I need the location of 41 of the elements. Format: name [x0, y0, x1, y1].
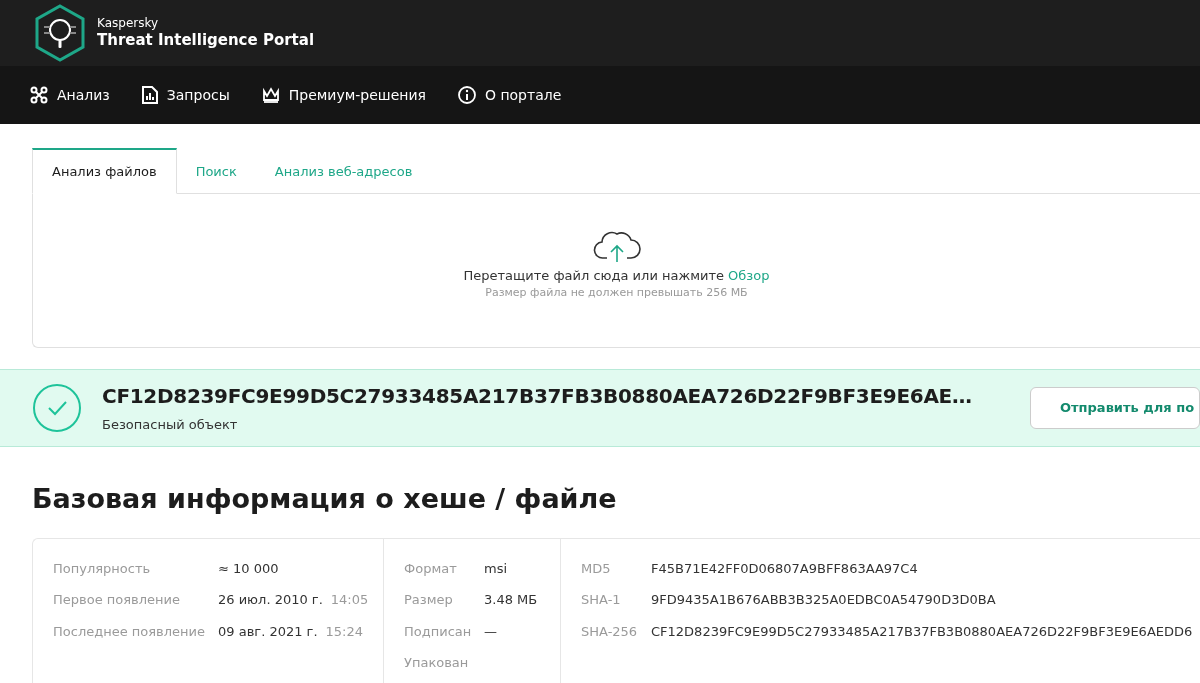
field-label: Формат	[404, 559, 458, 578]
submit-button[interactable]: Отправить для по	[1030, 387, 1200, 429]
report-chart-icon	[141, 86, 158, 104]
upload-area[interactable]: Перетащите файл сюда или нажмите Обзор Размер файла не должен превышать 256 МБ	[32, 193, 1200, 348]
field-value: msi	[484, 559, 508, 578]
field-value: 09 авг. 2021 г.	[218, 622, 318, 641]
nav-link[interactable]: Запросы	[141, 84, 230, 106]
verdict-text: Безопасный объект	[102, 416, 239, 435]
upload-prompt: Перетащите файл сюда или нажмите Обзор	[463, 266, 770, 285]
tab[interactable]: Анализ файлов	[32, 148, 177, 194]
check-circle-icon	[32, 383, 82, 433]
info-icon	[457, 86, 476, 104]
field-value: 26 июл. 2010 г.	[218, 591, 323, 609]
brand-product: Threat Intelligence Portal	[97, 31, 315, 50]
time-value: 14:05	[330, 591, 369, 609]
field-label: Размер	[404, 591, 454, 609]
field-value: CF12D8239FC9E99D5C27933485A217B37FB3B0880AEA726D22F9BF3E9E6AEDD6	[651, 622, 1193, 641]
field-value: 9FD9435A1B676ABB3B325A0EDBC0A54790D3D0BA	[651, 591, 996, 609]
graph-nodes-icon	[30, 86, 48, 104]
field-value: F45B71E42FF0D06807A9BFF863AA97C4	[651, 559, 918, 578]
field-value: —	[484, 622, 497, 641]
field-label: Подписан	[404, 622, 473, 641]
time-value: 15:24	[325, 622, 364, 641]
field-label: Последнее появление	[53, 622, 206, 641]
brand-company: Kaspersky	[97, 16, 160, 32]
nav-link[interactable]: О портале	[457, 84, 562, 106]
section-title: Базовая информация о хеше / файле	[32, 482, 618, 516]
field-label: Первое появление	[53, 591, 181, 609]
field-label: Упакован	[404, 654, 470, 672]
field-value: ≈ 10 000	[218, 559, 279, 578]
field-label: SHA-1	[581, 591, 622, 609]
field-value: 3.48 МБ	[484, 591, 538, 609]
nav-link[interactable]: Анализ	[30, 84, 110, 106]
field-label: MD5	[581, 559, 612, 578]
field-label: Популярность	[53, 559, 152, 578]
nav-link[interactable]: Премиум-решения	[261, 84, 426, 106]
logo-icon	[34, 4, 86, 62]
file-hash: CF12D8239FC9E99D5C27933485A217B37FB3B0880AEA726D22F9BF3E9E6AE…	[102, 383, 973, 411]
crown-icon	[261, 87, 280, 103]
field-label: SHA-256	[581, 622, 639, 641]
upload-hint: Размер файла не должен превышать 256 МБ	[485, 285, 748, 301]
